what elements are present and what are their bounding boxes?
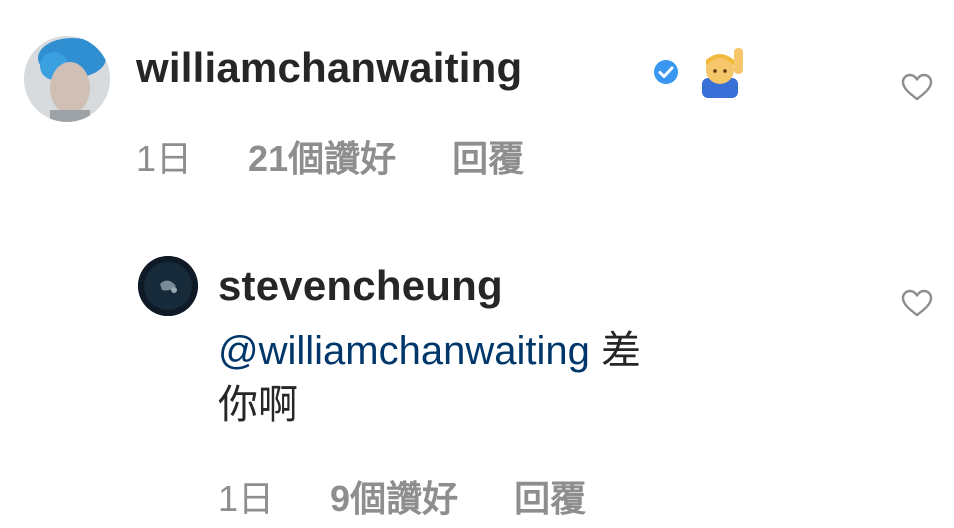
comment-text-part: 差 xyxy=(600,329,641,373)
comment-text-line-2: 你啊 xyxy=(218,383,298,427)
profile-photo-icon xyxy=(24,36,110,122)
heart-outline-icon[interactable] xyxy=(900,288,934,318)
comment-time: 1日 xyxy=(136,138,193,179)
reply-button[interactable]: 回覆 xyxy=(514,470,586,522)
raising-hand-emoji-icon xyxy=(696,44,750,98)
comment-username[interactable]: stevencheung xyxy=(218,262,503,310)
profile-photo-icon xyxy=(138,256,198,316)
comment-username[interactable]: williamchanwaiting xyxy=(136,44,522,92)
comment-text: @williamchanwaiting 差 你啊 xyxy=(218,324,641,432)
comment-meta: 1日 21個讚好 回覆 xyxy=(136,130,524,182)
avatar[interactable] xyxy=(138,256,198,316)
likes-count-link[interactable]: 9個讚好 xyxy=(330,470,458,522)
comment-time: 1日 xyxy=(218,478,275,519)
mention-link[interactable]: @williamchanwaiting xyxy=(218,329,590,373)
heart-outline-icon[interactable] xyxy=(900,72,934,102)
verified-badge-icon xyxy=(652,58,680,86)
reply-button[interactable]: 回覆 xyxy=(452,130,524,182)
avatar[interactable] xyxy=(24,36,110,122)
comment-text-line-1: @williamchanwaiting 差 xyxy=(218,324,641,378)
likes-count-link[interactable]: 21個讚好 xyxy=(248,130,396,182)
comment-meta: 1日 9個讚好 回覆 xyxy=(218,470,586,522)
